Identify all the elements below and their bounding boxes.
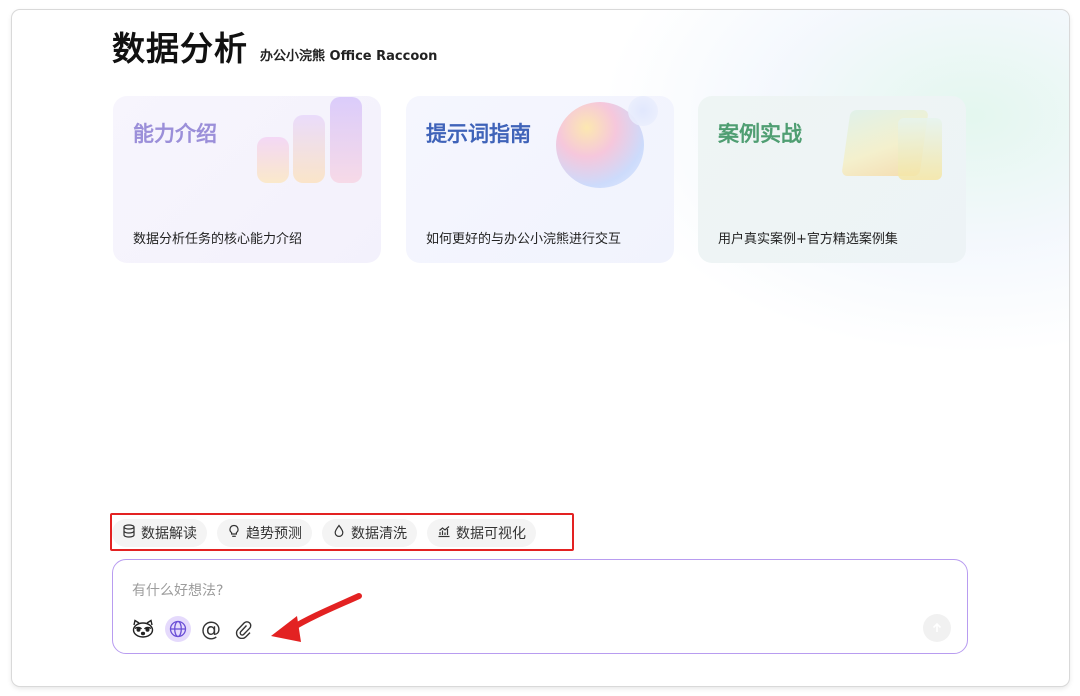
chip-label: 趋势预测 [246,526,302,542]
card-description: 数据分析任务的核心能力介绍 [133,232,303,247]
droplet-icon [332,524,346,542]
card-case-studies[interactable]: 案例实战 用户真实案例+官方精选案例集 [698,96,966,263]
chip-trend-forecast[interactable]: 趋势预测 [217,519,312,547]
paperclip-icon[interactable] [230,616,256,642]
lightbulb-icon [227,524,241,542]
globe-icon[interactable] [165,616,191,642]
orb-graphic [628,96,658,126]
chip-data-interpretation[interactable]: 数据解读 [112,519,207,547]
card-capability-intro[interactable]: 能力介绍 数据分析任务的核心能力介绍 [113,96,381,263]
card-title: 案例实战 [718,122,802,146]
prompt-input[interactable] [132,580,912,602]
chart-icon [437,524,451,542]
prompt-composer: @ [112,559,968,654]
chip-data-cleaning[interactable]: 数据清洗 [322,519,417,547]
app-window: 数据分析 办公小浣熊 Office Raccoon 能力介绍 数据分析任务的核心… [12,10,1069,686]
send-button[interactable] [923,614,951,642]
chip-label: 数据清洗 [351,526,407,542]
bar-graphic [330,97,362,183]
database-icon [122,524,136,542]
page-subtitle: 办公小浣熊 Office Raccoon [260,49,438,64]
book-graphic [898,118,942,180]
at-icon[interactable]: @ [198,616,224,642]
raccoon-icon[interactable] [130,616,156,642]
bar-graphic [257,137,289,183]
card-title: 能力介绍 [133,122,217,146]
bar-graphic [293,115,325,183]
card-prompt-guide[interactable]: 提示词指南 如何更好的与办公小浣熊进行交互 [406,96,674,263]
card-description: 用户真实案例+官方精选案例集 [718,232,898,247]
arrow-up-icon [931,619,943,638]
chip-label: 数据可视化 [456,526,526,542]
title-row: 数据分析 办公小浣熊 Office Raccoon [112,22,437,70]
card-title: 提示词指南 [426,122,531,146]
page-title: 数据分析 [112,29,248,68]
chip-data-visualization[interactable]: 数据可视化 [427,519,536,547]
card-description: 如何更好的与办公小浣熊进行交互 [426,232,622,247]
chip-label: 数据解读 [141,526,197,542]
quick-action-chips: 数据解读 趋势预测 数据清洗 数据可视化 [112,518,536,550]
